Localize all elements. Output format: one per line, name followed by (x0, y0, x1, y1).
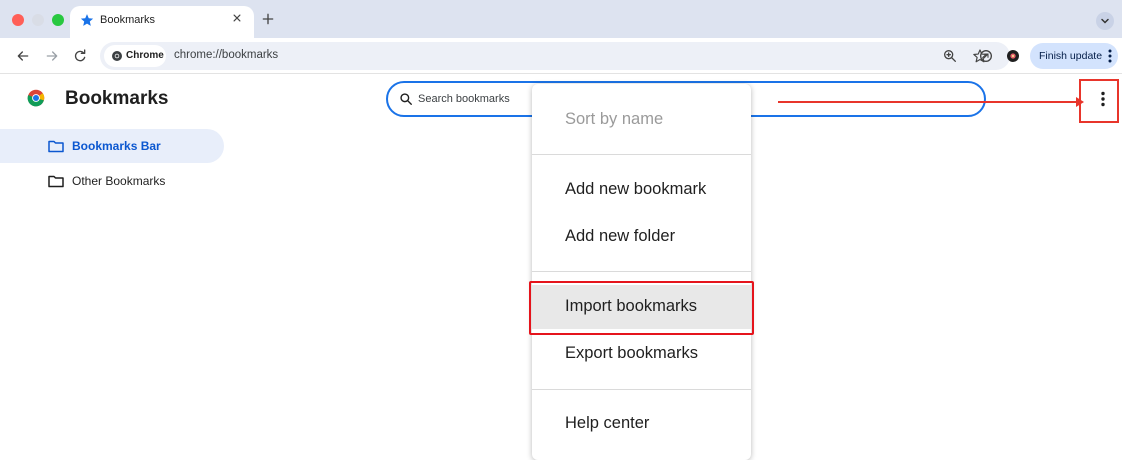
folder-icon (48, 175, 64, 188)
menu-item-sort-by-name: Sort by name (532, 98, 751, 142)
menu-item-export-bookmarks[interactable]: Export bookmarks (532, 332, 751, 376)
extensions-icon[interactable] (978, 48, 994, 64)
address-bar[interactable]: Chrome chrome://bookmarks (100, 42, 1010, 70)
folder-icon (48, 140, 64, 153)
annotation-highlight-import (529, 281, 754, 335)
site-info-chip[interactable]: Chrome (104, 45, 166, 67)
tab-strip: Bookmarks (0, 0, 1122, 38)
close-tab-icon[interactable] (230, 11, 244, 25)
back-icon[interactable] (15, 48, 31, 64)
menu-item-help-center[interactable]: Help center (532, 402, 751, 446)
zoom-icon[interactable] (942, 48, 958, 64)
chrome-logo-icon (27, 89, 45, 107)
more-vertical-icon (1108, 49, 1112, 63)
sidebar-item-other-bookmarks[interactable]: Other Bookmarks (0, 164, 224, 198)
menu-item-add-new-folder[interactable]: Add new folder (532, 215, 751, 259)
menu-item-label: Add new folder (565, 227, 676, 245)
chevron-down-icon (1101, 18, 1109, 24)
minimize-window-button[interactable] (32, 14, 44, 26)
reload-icon[interactable] (72, 48, 88, 64)
sidebar-item-bookmarks-bar[interactable]: Bookmarks Bar (0, 129, 224, 163)
maximize-window-button[interactable] (52, 14, 64, 26)
search-icon (400, 93, 412, 105)
menu-divider (532, 154, 751, 155)
browser-toolbar: Chrome chrome://bookmarks Finish update (0, 38, 1122, 74)
menu-item-label: Sort by name (565, 110, 664, 128)
bookmarks-overflow-menu: Sort by name Add new bookmark Add new fo… (532, 84, 751, 460)
menu-item-label: Help center (565, 414, 650, 432)
star-icon (80, 14, 94, 26)
more-vertical-icon[interactable] (1093, 89, 1113, 109)
new-tab-icon[interactable] (260, 11, 276, 27)
sidebar-item-label: Bookmarks Bar (72, 139, 161, 153)
menu-divider (532, 389, 751, 390)
chip-label: Chrome (126, 50, 164, 61)
close-window-button[interactable] (12, 14, 24, 26)
tab-bookmarks[interactable]: Bookmarks (70, 6, 254, 38)
annotation-arrow (778, 101, 1076, 103)
tab-title: Bookmarks (100, 14, 156, 26)
menu-divider (532, 271, 751, 272)
menu-item-label: Export bookmarks (565, 344, 698, 362)
url-text: chrome://bookmarks (174, 49, 279, 61)
tab-search-button[interactable] (1096, 12, 1114, 30)
menu-item-label: Add new bookmark (565, 180, 707, 198)
chrome-icon (112, 51, 122, 61)
menu-item-add-new-bookmark[interactable]: Add new bookmark (532, 168, 751, 212)
sidebar-item-label: Other Bookmarks (72, 174, 166, 188)
forward-icon[interactable] (44, 48, 60, 64)
finish-update-button[interactable]: Finish update (1030, 43, 1118, 69)
page-title: Bookmarks (65, 88, 169, 109)
finish-update-label: Finish update (1039, 50, 1103, 62)
profile-avatar-icon[interactable] (1005, 48, 1021, 64)
